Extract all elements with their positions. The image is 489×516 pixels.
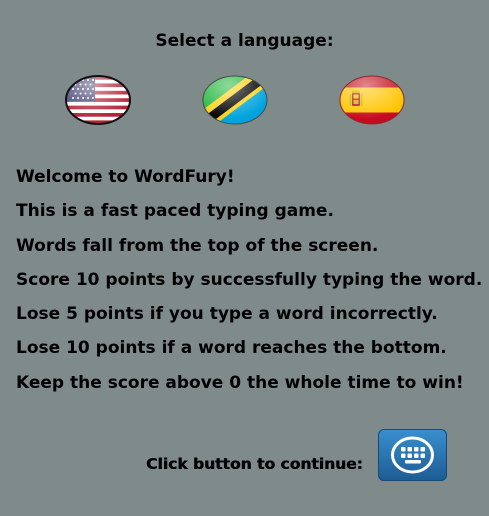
us-flag-icon bbox=[65, 75, 131, 125]
continue-button[interactable] bbox=[378, 429, 447, 481]
instruction-line: Keep the score above 0 the whole time to… bbox=[16, 372, 464, 393]
spanish-language-button[interactable] bbox=[339, 75, 405, 125]
instructions-list: Welcome to WordFury! This is a fast pace… bbox=[16, 166, 482, 406]
tanzania-flag-icon bbox=[202, 75, 268, 125]
spain-flag-icon bbox=[339, 75, 405, 125]
instruction-line: This is a fast paced typing game. bbox=[16, 201, 334, 222]
swahili-language-button[interactable] bbox=[202, 75, 268, 125]
instruction-line: Score 10 points by successfully typing t… bbox=[16, 269, 483, 290]
instruction-line: Lose 10 points if a word reaches the bot… bbox=[16, 338, 447, 359]
grid-icon bbox=[391, 436, 434, 474]
english-language-button[interactable] bbox=[65, 75, 131, 125]
instruction-line: Welcome to WordFury! bbox=[16, 167, 235, 187]
language-prompt: Select a language: bbox=[155, 31, 334, 51]
instruction-line: Words fall from the top of the screen. bbox=[16, 235, 379, 256]
continue-label: Click button to continue: bbox=[146, 455, 363, 473]
instruction-line: Lose 5 points if you type a word incorre… bbox=[16, 304, 438, 325]
